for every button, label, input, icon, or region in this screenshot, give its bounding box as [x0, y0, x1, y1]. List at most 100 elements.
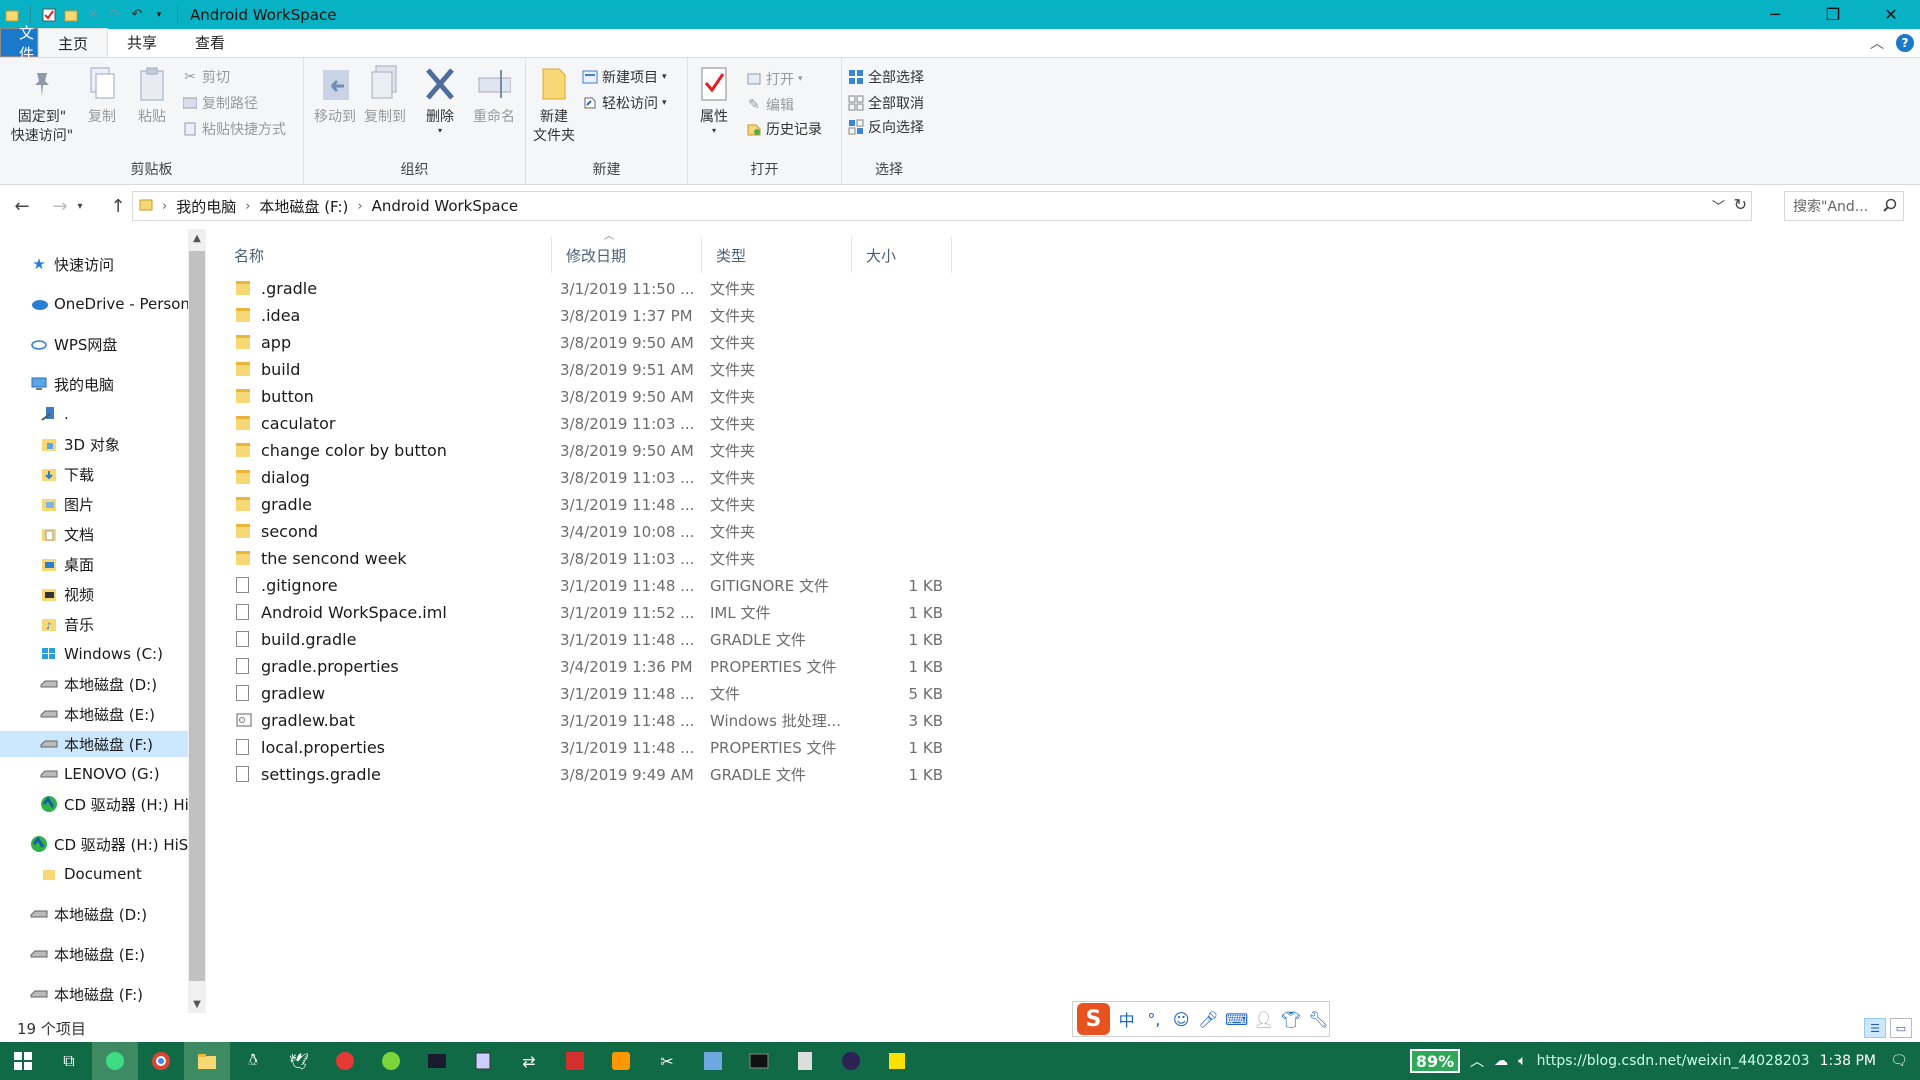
nav-wps-drive[interactable]: WPS网盘 — [30, 331, 117, 357]
edit-button[interactable]: ✎ 编辑 — [746, 94, 794, 116]
nav-videos[interactable]: 视频 — [40, 581, 94, 607]
minimize-button[interactable]: ─ — [1746, 0, 1804, 29]
delete-x-icon[interactable]: ✕ — [85, 7, 101, 23]
nav-downloads[interactable]: 下载 — [40, 461, 94, 487]
taskbar-bird-icon[interactable]: 🕊︎ — [276, 1042, 322, 1080]
taskbar-app-red-icon[interactable] — [552, 1042, 598, 1080]
nav-document-folder[interactable]: Document — [40, 861, 142, 887]
search-input[interactable]: 搜索"And... — [1784, 191, 1904, 221]
taskbar-vs-icon[interactable] — [690, 1042, 736, 1080]
show-hidden-icons-chevron-icon[interactable]: ︿ — [1470, 1051, 1484, 1071]
scroll-thumb[interactable] — [189, 251, 205, 981]
taskbar-file-explorer-icon[interactable] — [184, 1042, 230, 1080]
tab-view[interactable]: 查看 — [176, 28, 244, 57]
nav-drive-d[interactable]: 本地磁盘 (D:) — [40, 671, 157, 697]
ime-punct-toggle[interactable]: °, — [1143, 1010, 1164, 1029]
column-header-date[interactable]: 修改日期 — [552, 237, 702, 273]
taskbar-cmd-icon[interactable] — [736, 1042, 782, 1080]
file-row[interactable]: build.gradle 3/1/2019 11:48 ... GRADLE 文件 1… — [220, 626, 960, 653]
nav-dot-item[interactable]: . — [40, 401, 69, 427]
up-button[interactable]: ↑ — [104, 192, 132, 220]
clock[interactable]: 1:38 PM — [1820, 1053, 1876, 1069]
taskbar-eclipse-icon[interactable] — [828, 1042, 874, 1080]
copy-path-button[interactable]: 复制路径 — [182, 92, 258, 114]
taskbar-terminal-icon[interactable] — [414, 1042, 460, 1080]
task-view-icon[interactable]: ⧉ — [46, 1042, 92, 1080]
nav-music[interactable]: ♪ 音乐 — [40, 611, 94, 637]
file-row[interactable]: gradle 3/1/2019 11:48 ... 文件夹 — [220, 491, 960, 518]
breadcrumb-drive-f[interactable]: 本地磁盘 (F:) — [259, 196, 348, 217]
sogou-logo-icon[interactable]: S — [1077, 1003, 1110, 1035]
paste-shortcut-button[interactable]: 粘贴快捷方式 — [182, 118, 286, 140]
taskbar-snipping-icon[interactable]: ✂ — [644, 1042, 690, 1080]
properties-check-icon[interactable] — [41, 7, 57, 23]
scroll-down-icon[interactable]: ▼ — [188, 995, 206, 1013]
open-button[interactable]: 打开 ▾ — [746, 68, 803, 90]
address-dropdown-icon[interactable]: ﹀ — [1712, 196, 1725, 215]
file-row[interactable]: dialog 3/8/2019 11:03 ... 文件夹 — [220, 464, 960, 491]
column-header-type[interactable]: 类型 — [702, 237, 852, 273]
nav-drive-f[interactable]: 本地磁盘 (F:) — [0, 731, 188, 757]
pin-to-quick-access-button[interactable]: 固定到" 快速访问" — [4, 64, 80, 146]
file-row[interactable]: second 3/4/2019 10:08 ... 文件夹 — [220, 518, 960, 545]
nav-quick-access[interactable]: ★ 快速访问 — [30, 251, 114, 277]
chevron-right-icon[interactable]: › — [245, 199, 250, 214]
file-row[interactable]: button 3/8/2019 9:50 AM 文件夹 — [220, 383, 960, 410]
file-row[interactable]: Android WorkSpace.iml 3/1/2019 11:52 ... I… — [220, 599, 960, 626]
properties-button[interactable]: 属性 ▾ — [694, 64, 734, 135]
chevron-right-icon[interactable]: › — [357, 199, 362, 214]
move-to-button[interactable]: 移动到 — [312, 64, 358, 127]
skin-shirt-icon[interactable]: 👕︎ — [1280, 1010, 1301, 1029]
nav-documents[interactable]: 文档 — [40, 521, 94, 547]
emoji-icon[interactable]: ☺ — [1171, 1010, 1192, 1029]
scroll-up-icon[interactable]: ▲ — [188, 229, 206, 247]
copy-to-button[interactable]: 复制到 — [362, 64, 408, 127]
nav-cd-drive-root[interactable]: CD 驱动器 (H:) HiSu — [30, 831, 198, 857]
nav-desktop[interactable]: 桌面 — [40, 551, 94, 577]
nav-drive-g[interactable]: LENOVO (G:) — [40, 761, 160, 787]
file-row[interactable]: settings.gradle 3/8/2019 9:49 AM GRADLE 文件… — [220, 761, 960, 788]
recent-locations-chevron-icon[interactable]: ▾ — [72, 192, 88, 220]
history-button[interactable]: 历史记录 — [746, 118, 822, 140]
file-row[interactable]: gradlew 3/1/2019 11:48 ... 文件 5 KB — [220, 680, 960, 707]
breadcrumb-this-pc[interactable]: 我的电脑 — [176, 196, 236, 217]
taskbar-notepad-icon[interactable] — [460, 1042, 506, 1080]
nav-drive-c[interactable]: Windows (C:) — [40, 641, 163, 667]
new-folder-button[interactable]: 新建 文件夹 — [530, 64, 578, 146]
file-row[interactable]: app 3/8/2019 9:50 AM 文件夹 — [220, 329, 960, 356]
help-icon[interactable]: ? — [1896, 34, 1914, 52]
wrench-icon[interactable]: 🔧︎ — [1308, 1010, 1329, 1029]
breadcrumb-current-folder[interactable]: Android WorkSpace — [372, 197, 518, 215]
taskbar-calculator-icon[interactable] — [782, 1042, 828, 1080]
microphone-icon[interactable]: 🎤︎ — [1198, 1010, 1219, 1029]
new-item-button[interactable]: 新建项目 ▾ — [582, 66, 667, 88]
file-row[interactable]: gradlew.bat 3/1/2019 11:48 ... Windows 批处理… — [220, 707, 960, 734]
file-row[interactable]: .idea 3/8/2019 1:37 PM 文件夹 — [220, 302, 960, 329]
easy-access-button[interactable]: 轻松访问 ▾ — [582, 92, 667, 114]
keyboard-icon[interactable]: ⌨ — [1225, 1010, 1248, 1029]
file-row[interactable]: the sencond week 3/8/2019 11:03 ... 文件夹 — [220, 545, 960, 572]
address-bar[interactable]: › 我的电脑 › 本地磁盘 (F:) › Android WorkSpace ﹀… — [132, 191, 1752, 221]
close-button[interactable]: ✕ — [1862, 0, 1920, 29]
large-icons-view-icon[interactable]: ▭ — [1890, 1018, 1912, 1038]
file-row[interactable]: local.properties 3/1/2019 11:48 ... PROPER… — [220, 734, 960, 761]
tab-share[interactable]: 共享 — [108, 28, 176, 57]
battery-indicator[interactable]: 89% — [1409, 1049, 1461, 1073]
forward-button[interactable]: → — [46, 192, 74, 220]
start-button[interactable] — [0, 1042, 46, 1080]
rename-button[interactable]: 重命名 — [466, 64, 522, 127]
chevron-right-icon[interactable]: › — [162, 199, 167, 214]
nav-this-pc[interactable]: 我的电脑 — [30, 371, 114, 397]
volume-icon[interactable]: 🔈︎ — [1518, 1053, 1526, 1069]
file-row[interactable]: gradle.properties 3/4/2019 1:36 PM PROPERT… — [220, 653, 960, 680]
column-header-name[interactable]: 名称 — [220, 237, 552, 273]
taskbar-wechat-icon[interactable] — [368, 1042, 414, 1080]
select-none-button[interactable]: 全部取消 — [848, 92, 924, 114]
nav-root-drive-f[interactable]: 本地磁盘 (F:) — [30, 981, 143, 1007]
taskbar-android-studio-icon[interactable] — [92, 1042, 138, 1080]
select-all-button[interactable]: 全部选择 — [848, 66, 924, 88]
properties-dropdown-icon[interactable]: ▾ — [712, 127, 716, 135]
cut-button[interactable]: ✂ 剪切 — [182, 66, 230, 88]
notification-icon[interactable]: 🗨︎ — [1886, 1048, 1912, 1074]
taskbar-remote-icon[interactable]: ⇄ — [506, 1042, 552, 1080]
